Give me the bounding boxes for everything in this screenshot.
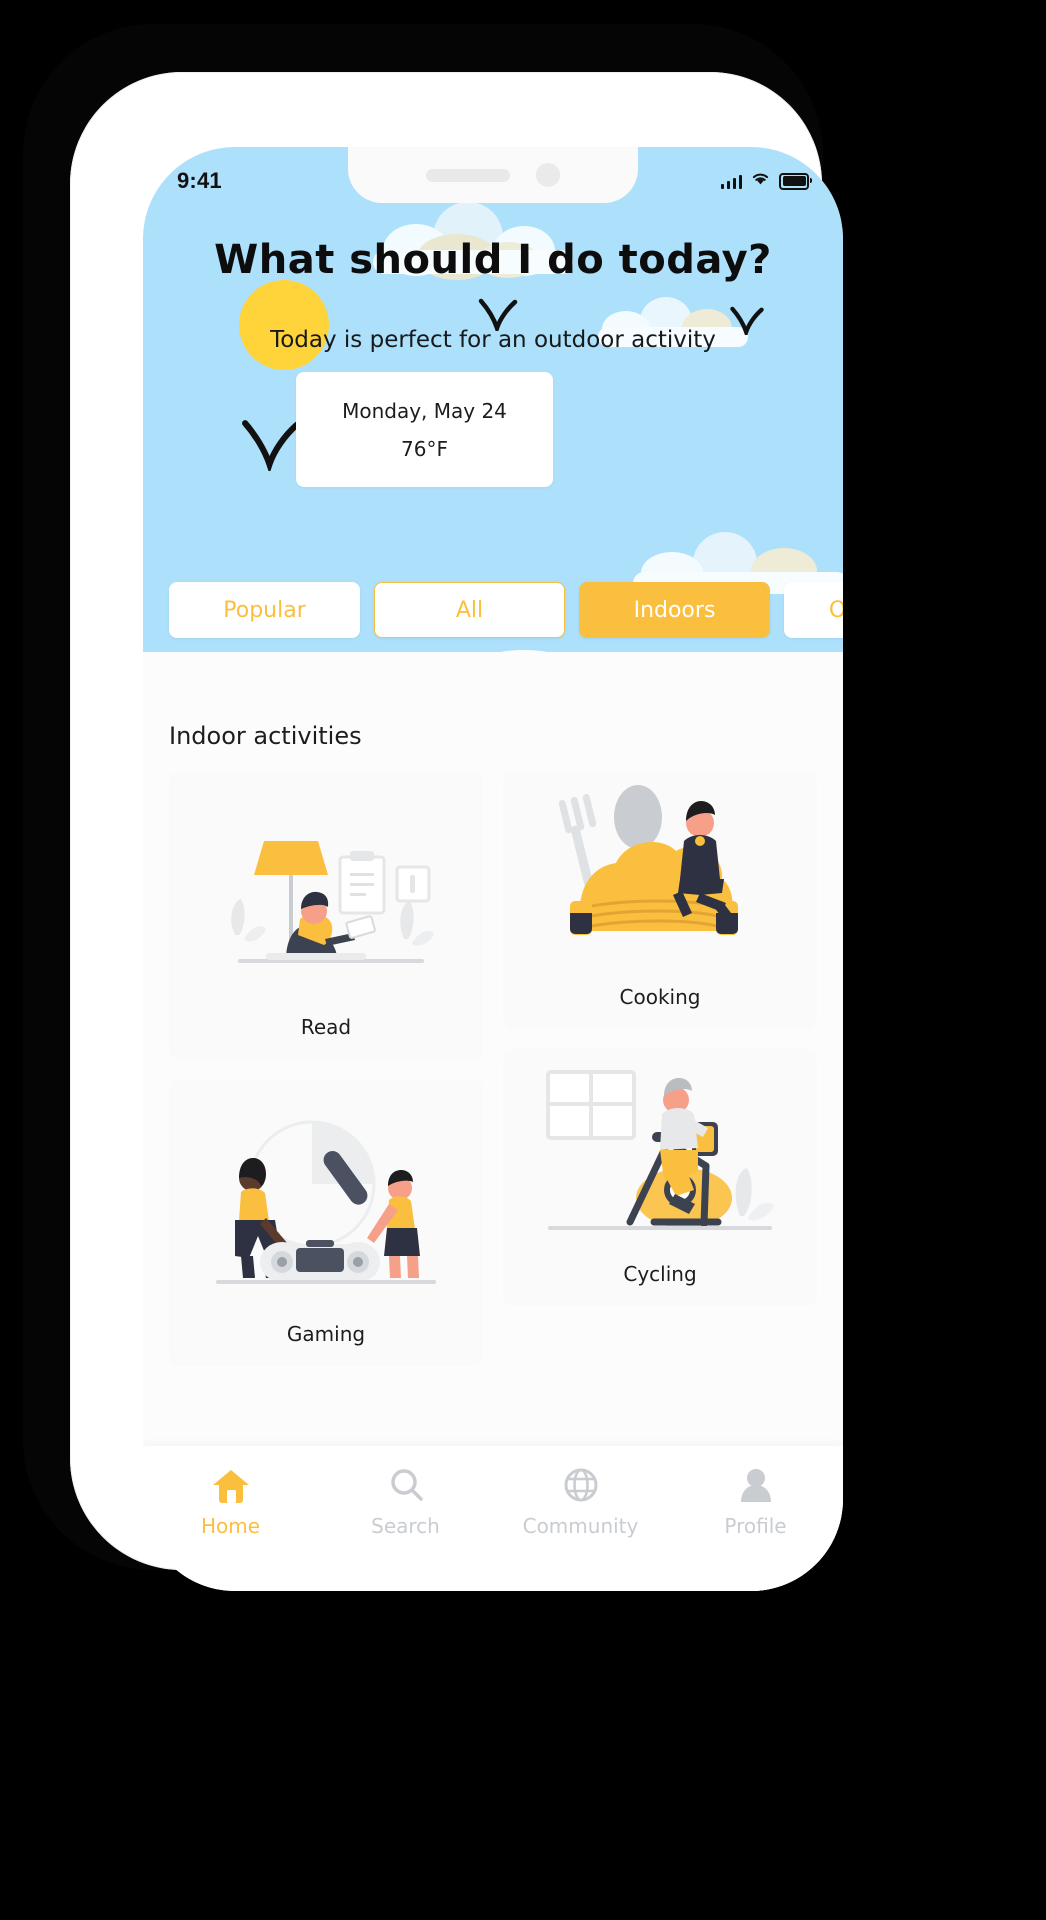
person-icon bbox=[737, 1466, 775, 1504]
tab-label: Community bbox=[522, 1514, 639, 1538]
reading-illustration bbox=[183, 794, 469, 999]
status-icons bbox=[720, 171, 812, 191]
chip-label: Popular bbox=[223, 597, 306, 623]
tab-label: Profile bbox=[724, 1514, 787, 1538]
status-time: 9:41 bbox=[177, 168, 222, 193]
activity-label: Cycling bbox=[623, 1262, 697, 1286]
tab-search[interactable]: Search bbox=[318, 1466, 493, 1538]
bird-icon bbox=[477, 297, 519, 331]
phone-bezel: 9:41 What should I do today? Today is pe… bbox=[70, 72, 843, 1591]
page-title: What should I do today? bbox=[214, 237, 772, 283]
tab-label: Search bbox=[371, 1514, 440, 1538]
notch bbox=[348, 147, 638, 203]
wifi-icon bbox=[751, 171, 770, 191]
activity-label: Cooking bbox=[619, 985, 701, 1009]
front-camera bbox=[536, 163, 560, 187]
globe-icon bbox=[562, 1466, 600, 1504]
indoor-cycling-illustration bbox=[517, 1070, 803, 1246]
activity-label: Gaming bbox=[286, 1322, 366, 1346]
filter-chip-outdoors[interactable]: Outdoors bbox=[784, 582, 843, 638]
filter-chip-all[interactable]: All bbox=[374, 582, 565, 638]
tab-profile[interactable]: Profile bbox=[668, 1466, 843, 1538]
cooking-illustration bbox=[517, 785, 803, 969]
phone-screen: 9:41 What should I do today? Today is pe… bbox=[143, 147, 843, 1591]
chip-label: Outdoors bbox=[828, 597, 843, 623]
bottom-tab-bar: Home Search Community Profile bbox=[143, 1446, 843, 1591]
bird-icon bbox=[239, 415, 303, 471]
tab-community[interactable]: Community bbox=[493, 1466, 668, 1538]
tab-home[interactable]: Home bbox=[143, 1466, 318, 1538]
signal-bars-icon bbox=[720, 174, 742, 189]
activity-card-cycling[interactable]: Cycling bbox=[503, 1049, 817, 1306]
page-subtitle: Today is perfect for an outdoor activity bbox=[270, 327, 716, 353]
activity-card-cooking[interactable]: Cooking bbox=[503, 772, 817, 1029]
phone-frame: 9:41 What should I do today? Today is pe… bbox=[23, 24, 843, 1591]
speaker-grille bbox=[426, 168, 510, 182]
gaming-illustration bbox=[183, 1101, 469, 1306]
home-icon bbox=[211, 1466, 251, 1504]
filter-chip-popular[interactable]: Popular bbox=[169, 582, 360, 638]
weather-date: Monday, May 24 bbox=[342, 398, 507, 423]
activity-grid: Read Gaming Cooking Cycling bbox=[169, 772, 817, 1366]
weather-temperature: 76°F bbox=[401, 436, 448, 461]
activity-card-read[interactable]: Read bbox=[169, 772, 483, 1059]
weather-card: Monday, May 24 76°F bbox=[296, 372, 553, 487]
sun-icon bbox=[239, 280, 329, 370]
tab-label: Home bbox=[200, 1514, 261, 1538]
battery-icon bbox=[779, 172, 812, 190]
search-icon bbox=[387, 1466, 425, 1504]
filter-chip-indoors[interactable]: Indoors bbox=[579, 582, 770, 638]
filter-chips: Popular All Indoors Outdoors bbox=[143, 582, 843, 638]
chip-label: All bbox=[455, 597, 484, 623]
chip-label: Indoors bbox=[633, 597, 716, 623]
activity-label: Read bbox=[300, 1015, 352, 1039]
section-title: Indoor activities bbox=[169, 722, 362, 750]
activity-card-gaming[interactable]: Gaming bbox=[169, 1079, 483, 1366]
